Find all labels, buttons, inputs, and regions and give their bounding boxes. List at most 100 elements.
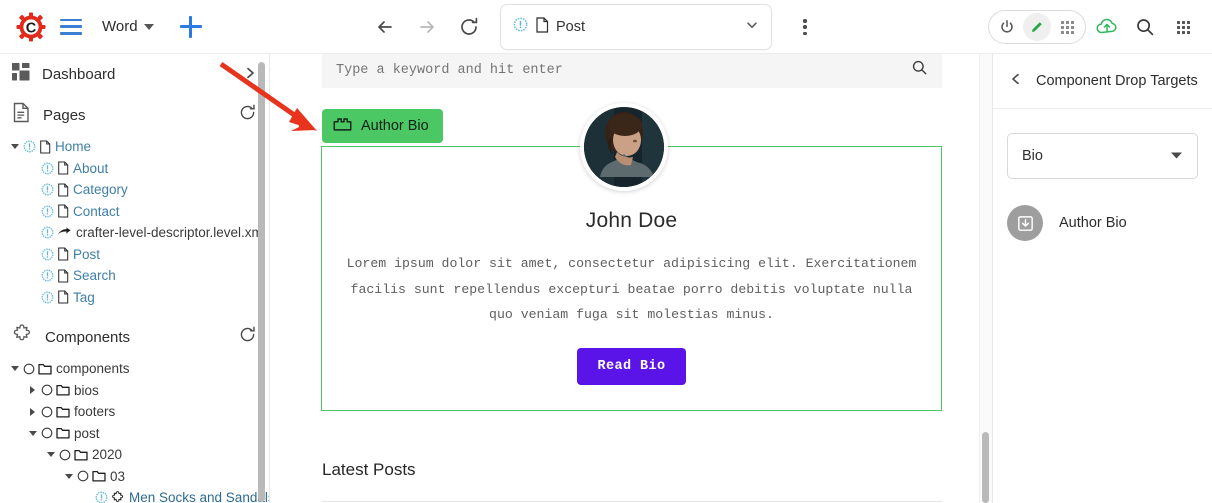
tree-item[interactable]: Search [0,265,269,287]
tree-item[interactable]: Men Socks and Sandals [0,487,269,503]
tree-item[interactable]: post [0,423,269,445]
sidebar-scrollbar[interactable] [258,62,265,502]
power-icon[interactable] [993,13,1021,41]
document-icon [57,290,69,304]
tree-item[interactable]: bios [0,380,269,402]
puzzle-piece-icon [12,324,33,350]
folder-icon [56,406,70,418]
author-avatar [580,103,668,191]
left-sidebar: Dashboard Pages Home About Category Contact… [0,54,270,503]
tree-item-label: crafter-level-descriptor.level.xml [76,225,266,241]
tree-item[interactable]: Contact [0,201,269,223]
page-state-icon[interactable] [41,269,54,282]
tree-item[interactable]: crafter-level-descriptor.level.xml [0,222,269,244]
drop-zone-icon [333,116,352,136]
latest-posts-section: Latest Posts [322,460,942,502]
refresh-icon[interactable] [238,325,257,349]
radio-circle-icon[interactable] [41,384,53,396]
tree-item[interactable]: 2020 [0,444,269,466]
document-icon [57,183,69,197]
content-scrollbar[interactable] [982,432,989,503]
chevron-right-icon[interactable] [26,407,39,416]
cloud-upload-icon[interactable] [1090,10,1124,44]
reload-icon[interactable] [452,10,486,44]
right-panel-header: Component Drop Targets [993,54,1212,109]
chevron-left-icon[interactable] [1009,72,1022,91]
site-search-bar[interactable]: Type a keyword and hit enter [322,54,942,88]
folder-icon [56,384,70,396]
page-state-icon[interactable] [41,291,54,304]
page-state-icon[interactable] [41,162,54,175]
radio-circle-icon[interactable] [23,363,35,375]
refresh-icon[interactable] [238,103,257,127]
radio-circle-icon[interactable] [77,470,89,482]
document-icon [57,247,69,261]
page-state-icon[interactable] [41,226,54,239]
drop-target-avatar-icon [1007,205,1043,241]
search-icon[interactable] [1128,10,1162,44]
tree-item-label: Post [73,246,101,262]
chevron-down-icon[interactable] [745,18,759,37]
browser-nav-group: Post [368,0,816,54]
crafter-gear-logo[interactable]: C [16,12,46,42]
tree-item[interactable]: Home [0,136,269,158]
chevron-right-icon[interactable] [244,66,257,83]
tree-item[interactable]: Post [0,244,269,266]
tree-item[interactable]: Tag [0,287,269,309]
more-vertical-icon[interactable] [794,16,816,38]
drop-target-select[interactable]: Bio [1007,133,1198,179]
chevron-down-icon[interactable] [8,366,21,372]
chevron-down-icon[interactable] [44,452,57,458]
hamburger-menu-icon[interactable] [60,18,82,35]
latest-posts-title: Latest Posts [322,460,416,479]
component-drop-targets-panel: Component Drop Targets Bio Author Bio [992,54,1212,503]
page-state-icon[interactable] [41,205,54,218]
author-bio-content: John Doe Lorem ipsum dolor sit amet, con… [322,209,941,385]
chevron-down-icon[interactable] [62,473,75,479]
page-state-icon[interactable] [95,491,108,503]
tree-item[interactable]: components [0,358,269,380]
tree-item[interactable]: Category [0,179,269,201]
search-icon[interactable] [911,59,928,81]
tree-item[interactable]: About [0,158,269,180]
radio-circle-icon[interactable] [59,449,71,461]
drop-target-badge[interactable]: Author Bio [322,109,443,143]
mode-toggle-group [988,10,1086,44]
page-state-icon [513,17,528,37]
tree-item-label: Home [55,139,92,155]
chevron-right-icon[interactable] [26,386,39,395]
folder-icon [38,363,52,375]
project-selector[interactable]: Word [102,18,154,35]
arrow-left-icon[interactable] [368,10,402,44]
url-bar[interactable]: Post [500,4,772,50]
radio-circle-icon[interactable] [41,406,53,418]
plus-icon[interactable] [178,14,204,40]
top-right-actions [988,0,1200,54]
page-state-icon[interactable] [41,248,54,261]
drop-target-badge-label: Author Bio [361,118,429,134]
page-state-icon[interactable] [23,140,36,153]
page-state-icon[interactable] [41,183,54,196]
arrow-right-icon[interactable] [410,10,444,44]
document-icon [57,204,69,218]
tree-item[interactable]: 03 [0,466,269,488]
puzzle-piece-icon [111,490,125,503]
drop-target-list-item[interactable]: Author Bio [1007,205,1198,241]
grid-dots-icon[interactable] [1053,13,1081,41]
document-icon [57,269,69,283]
dashboard-icon [12,62,30,86]
document-icon [535,16,549,38]
chevron-down-icon[interactable] [26,430,39,436]
pages-tree: Home About Category Contact crafter-level-de… [0,136,269,308]
pages-section-title: Pages [43,106,86,124]
tree-item[interactable]: footers [0,401,269,423]
top-toolbar: C Word Post [0,0,1212,54]
read-bio-button[interactable]: Read Bio [577,347,686,385]
apps-grid-icon[interactable] [1166,10,1200,44]
chevron-down-icon[interactable] [8,144,21,150]
sidebar-item-dashboard[interactable]: Dashboard [0,54,269,94]
radio-circle-icon[interactable] [41,427,53,439]
search-input[interactable]: Type a keyword and hit enter [336,63,911,78]
pencil-icon[interactable] [1023,13,1051,41]
components-tree: components bios footers post 2020 03 Men Socks… [0,358,269,503]
